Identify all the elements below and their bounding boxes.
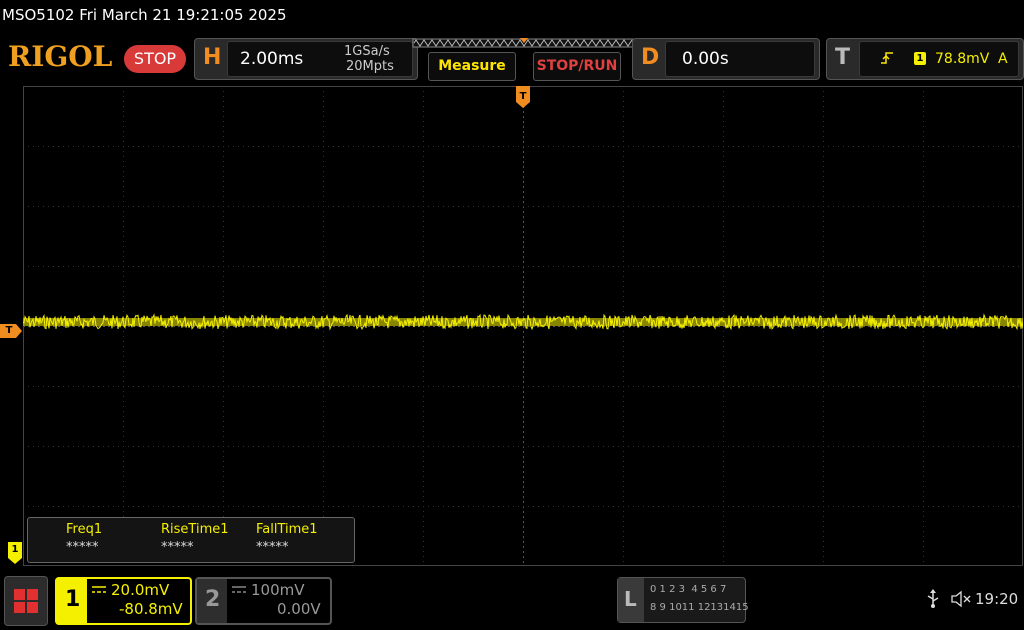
delay-panel[interactable]: D 0.00s [632,38,820,80]
measurement-item[interactable]: Freq1 ***** [66,522,156,555]
channel1-scale: 20.0mV [111,581,170,599]
channel1-offset-marker-label: 1 [11,544,19,555]
sample-rate: 1GSa/s [344,44,390,59]
trigger-letter: T [835,45,851,70]
measurement-item[interactable]: RiseTime1 ***** [161,522,251,555]
trigger-box: 1 78.8mV A [859,41,1019,77]
speaker-muted-icon[interactable] [950,590,972,608]
delay-letter: D [641,45,660,70]
menu-button[interactable] [4,576,48,626]
measurement-value: ***** [256,540,289,555]
channel2-offset: 0.00V [277,600,321,618]
delay-box: 0.00s [665,41,815,77]
channel1-offset: -80.8mV [119,600,183,618]
timebase-value: 2.00ms [240,49,304,69]
usb-icon [927,589,939,608]
measurement-value: ***** [66,540,99,555]
trigger-position-marker-label: T [519,91,527,102]
run-state-badge[interactable]: STOP [124,45,186,73]
delay-value: 0.00s [682,49,729,69]
measurement-panel[interactable]: Freq1 ***** RiseTime1 ***** FallTime1 **… [27,517,355,563]
waveform-display[interactable] [23,86,1023,566]
horizontal-panel[interactable]: H 2.00ms 1GSa/s 20Mpts [194,38,418,80]
status-clock: 19:20 [975,590,1019,608]
measurement-value: ***** [161,540,194,555]
memory-depth: 20Mpts [346,59,394,74]
logic-letter: L [624,587,637,611]
measurement-label: RiseTime1 [161,522,229,537]
title-bar: MSO5102 Fri March 21 19:21:05 2025 [0,0,1024,34]
measurement-item[interactable]: FallTime1 ***** [256,522,346,555]
channel1-box[interactable]: 1 20.0mV -80.8mV [55,577,192,625]
memory-overview-strip [412,38,634,48]
rising-edge-icon [881,52,893,64]
device-title: MSO5102 Fri March 21 19:21:05 2025 [2,6,287,24]
measurement-label: Freq1 [66,522,103,537]
logic-channels-box[interactable]: L 0 1 2 3 4 5 6 7 8 9 1011 12131415 [617,577,749,623]
timebase-box: 2.00ms 1GSa/s 20Mpts [227,41,413,77]
logic-channels-row1: 0 1 2 3 4 5 6 7 [650,584,727,595]
trigger-level: 78.8mV [935,51,990,67]
dc-coupling-icon [232,586,246,593]
channel2-box[interactable]: 2 100mV 0.00V [195,577,332,625]
channel2-number: 2 [205,587,221,612]
menu-grid-icon [14,589,38,613]
logic-channels-row2: 8 9 1011 12131415 [650,602,749,613]
horizontal-letter: H [203,45,222,70]
trigger-level-marker-label: T [5,325,13,336]
rigol-logo: RIGOL [8,40,113,73]
trigger-source-badge: 1 [914,52,926,65]
stop-run-button[interactable]: STOP/RUN [533,52,621,81]
trigger-panel[interactable]: T 1 78.8mV A [826,38,1024,80]
measure-button[interactable]: Measure [428,52,516,81]
channel2-scale: 100mV [251,581,305,599]
measurement-label: FallTime1 [256,522,318,537]
trigger-mode: A [998,51,1008,67]
dc-coupling-icon [92,586,106,593]
channel1-number: 1 [65,587,81,612]
